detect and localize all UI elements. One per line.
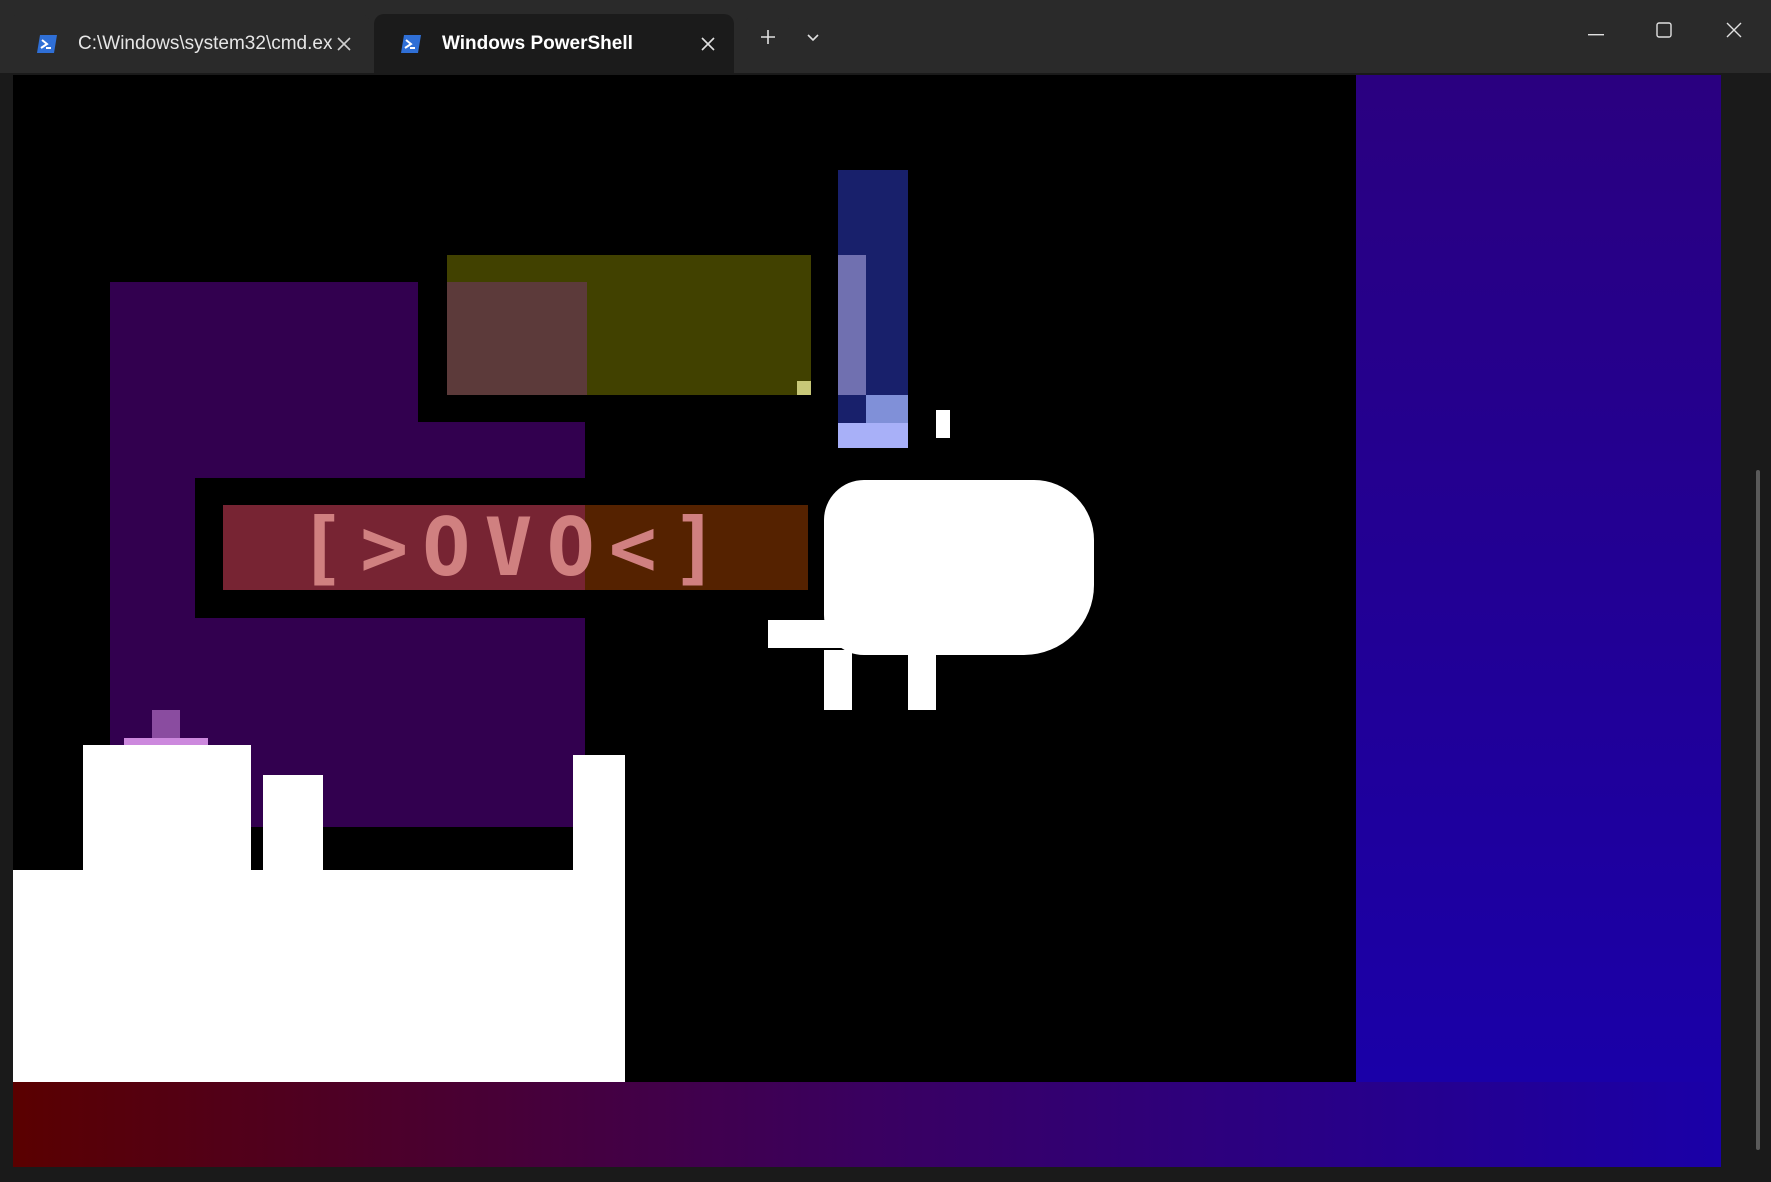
pink-flame: [152, 710, 180, 738]
minimize-button[interactable]: [1562, 0, 1630, 64]
white-sprite: [824, 650, 852, 710]
blue-bar-light: [838, 255, 866, 395]
right-panel: [1356, 75, 1721, 1082]
white-creature: [83, 745, 251, 875]
title-bar: C:\Windows\system32\cmd.ex Windows Power…: [0, 0, 1771, 73]
white-creature: [573, 755, 625, 885]
powershell-icon: [400, 34, 422, 54]
tab-cmd[interactable]: C:\Windows\system32\cmd.ex: [10, 14, 370, 73]
plus-icon: [760, 29, 776, 50]
white-sprite: [908, 650, 936, 710]
white-creature: [263, 775, 323, 875]
terminal-canvas[interactable]: [>OVO<]: [13, 75, 1721, 1167]
minimize-icon: [1588, 23, 1604, 41]
new-tab-button[interactable]: [744, 18, 792, 60]
blue-bar-light: [838, 423, 908, 448]
white-sprite: [768, 620, 848, 648]
rose-block: [447, 282, 587, 395]
maximize-icon: [1656, 21, 1672, 43]
close-tab-icon[interactable]: [332, 32, 356, 56]
close-icon: [1726, 22, 1742, 43]
tab-label: Windows PowerShell: [442, 32, 633, 54]
bottom-strip: [13, 1082, 1721, 1167]
close-tab-icon[interactable]: [696, 32, 720, 56]
maximize-button[interactable]: [1630, 0, 1698, 64]
white-sprite: [936, 410, 950, 438]
close-window-button[interactable]: [1700, 0, 1768, 64]
game-banner-text: [>OVO<]: [297, 501, 734, 594]
scrollbar[interactable]: [1756, 470, 1760, 1150]
tab-powershell[interactable]: Windows PowerShell: [374, 14, 734, 73]
tab-dropdown-button[interactable]: [792, 18, 834, 60]
white-creature: [13, 870, 625, 1082]
white-sprite: [824, 480, 1094, 655]
blue-bar-light: [866, 395, 908, 423]
chevron-down-icon: [806, 30, 820, 48]
yellow-pixel: [797, 381, 811, 395]
tab-label: C:\Windows\system32\cmd.ex: [78, 32, 332, 54]
powershell-icon: [36, 34, 58, 54]
